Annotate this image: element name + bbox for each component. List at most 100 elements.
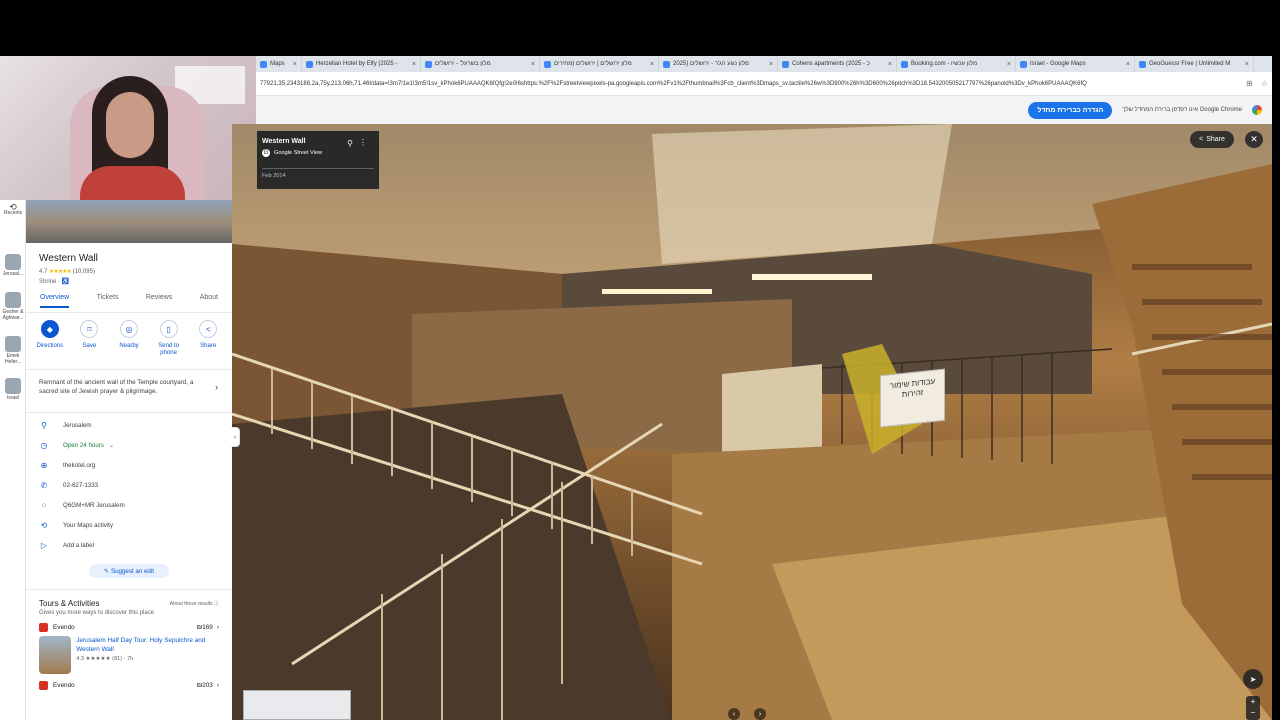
- tab-tickets[interactable]: Tickets: [97, 294, 119, 312]
- set-default-button[interactable]: הגדרה כברירת מחדל: [1028, 101, 1113, 119]
- place-thumbnail: [5, 292, 21, 308]
- tour-name[interactable]: Jerusalem Half Day Tour: Holy Sepulchre …: [76, 636, 219, 654]
- tours-title: Tours & Activities: [39, 599, 100, 608]
- google-street-view-logo-icon: G: [262, 149, 270, 157]
- rail-item-recents[interactable]: ⟲ Recents: [2, 203, 24, 217]
- next-arrow-icon[interactable]: ›: [754, 708, 766, 720]
- tab-about[interactable]: About: [200, 294, 218, 312]
- street-view-panorama[interactable]: עבודות שימור זהירות: [232, 124, 1272, 720]
- place-thumbnail: [5, 336, 21, 352]
- close-tab-icon[interactable]: ×: [531, 61, 535, 68]
- capture-date[interactable]: Feb 2014: [262, 168, 374, 179]
- about-results-link[interactable]: About these results ⓘ: [170, 600, 219, 607]
- website-row[interactable]: ⊕ thekotel.org: [26, 455, 232, 475]
- rail-item-israel[interactable]: Israel: [2, 378, 24, 401]
- place-rating[interactable]: 4.7 ★★★★★ (10,095): [26, 264, 232, 275]
- share-icon: <: [199, 320, 218, 338]
- place-thumbnail: [5, 378, 21, 394]
- conservation-sign: עבודות שימור זהירות: [880, 368, 945, 428]
- browser-tab[interactable]: מלון נוגע הג'ר - ירושלים (2025 ×: [659, 56, 778, 72]
- tour-card[interactable]: Evendo ₪169 › Jerusalem Half Day Tour: Hol…: [39, 623, 219, 674]
- place-description[interactable]: Remnant of the ancient wall of the Templ…: [26, 369, 232, 413]
- chrome-logo-icon: [1252, 105, 1262, 115]
- label-icon: ▷: [40, 540, 48, 550]
- place-title: Western Wall: [39, 253, 98, 264]
- chevron-left-icon: ‹: [233, 433, 237, 441]
- nearby-icon: ◎: [119, 320, 138, 338]
- bookmark-icon: ⌑: [80, 320, 99, 338]
- suggest-edit-button[interactable]: ✎ Suggest an edit: [89, 564, 169, 578]
- street-view-source: G Google Street View: [262, 149, 323, 157]
- browser-tab-strip: Maps × Herzelian Hotel by Elfy (2025 - × מ…: [256, 56, 1272, 72]
- bookmark-star-icon[interactable]: ☆: [1261, 79, 1268, 88]
- street-view-info-card: Western Wall ⚲ ⋮ G Google Street View Feb…: [257, 131, 379, 189]
- share-place-button[interactable]: < Share: [190, 320, 226, 357]
- browser-tab[interactable]: Israel - Google Maps ×: [1016, 56, 1135, 72]
- compass-icon[interactable]: ➤: [1243, 669, 1263, 689]
- black-letterbox: [0, 0, 1280, 56]
- maps-favicon-icon: [260, 60, 267, 68]
- booking-favicon-icon: [306, 60, 313, 68]
- maps-activity-row[interactable]: ⟲ Your Maps activity: [26, 515, 232, 535]
- minimap[interactable]: [243, 690, 351, 720]
- maps-left-rail: ⟲ Recents Jerusal... Gesher & Aghwar... E…: [0, 200, 26, 720]
- evendo-logo-icon: [39, 681, 48, 690]
- booking-favicon-icon: [663, 60, 670, 68]
- tours-section: Tours & Activities About these results ⓘ…: [26, 589, 232, 690]
- close-street-view-button[interactable]: ✕: [1245, 131, 1263, 148]
- booking-favicon-icon: [901, 60, 908, 68]
- browser-tab[interactable]: Cohens apartments (2025 - כ ×: [778, 56, 897, 72]
- webcam-person-body: [80, 166, 185, 200]
- phone-row[interactable]: ✆ 02-627-1333: [26, 475, 232, 495]
- browser-tab[interactable]: Maps ×: [256, 56, 302, 72]
- rail-item-jerusalem[interactable]: Jerusal...: [2, 254, 24, 277]
- save-button[interactable]: ⌑ Save: [71, 320, 107, 357]
- address-row[interactable]: ⚲ Jerusalem: [26, 415, 232, 435]
- hours-row[interactable]: ◷ Open 24 hours ⌄: [26, 435, 232, 455]
- share-button[interactable]: < Share: [1190, 131, 1234, 148]
- close-tab-icon[interactable]: ×: [888, 61, 892, 68]
- tour-vendor: Evendo: [53, 682, 75, 689]
- plus-code-row[interactable]: ⁘ Q6GM+MR Jerusalem: [26, 495, 232, 515]
- tour-card[interactable]: Evendo ₪203 ›: [39, 681, 219, 690]
- place-thumbnail: [5, 254, 21, 270]
- tour-price: ₪169: [196, 624, 213, 631]
- address-bar[interactable]: 77921,35.2343188,2a,75y,213.06h,71.46t/d…: [256, 72, 1272, 96]
- chevron-down-icon: ⌄: [108, 441, 115, 449]
- close-tab-icon[interactable]: ×: [1007, 61, 1011, 68]
- place-hero-photo[interactable]: [26, 200, 232, 243]
- close-tab-icon[interactable]: ×: [769, 61, 773, 68]
- directions-button[interactable]: ◆ Directions: [32, 320, 68, 357]
- zoom-out-icon[interactable]: −: [1246, 707, 1260, 718]
- browser-tab[interactable]: מלון ירושלים | ירושלים (מחירים ×: [540, 56, 659, 72]
- zoom-in-icon[interactable]: +: [1246, 696, 1260, 707]
- rail-item-gesher[interactable]: Gesher & Aghwar...: [2, 292, 24, 321]
- more-options-icon[interactable]: ⋮: [359, 138, 367, 147]
- infobar-message: אינו דפדפן ברירת המחדל שלך Google Chrome: [1122, 107, 1242, 113]
- browser-tab[interactable]: Herzelian Hotel by Elfy (2025 - ×: [302, 56, 421, 72]
- tab-overview[interactable]: Overview: [40, 294, 70, 308]
- install-app-icon[interactable]: ⊞: [1246, 79, 1253, 88]
- close-tab-icon[interactable]: ×: [1245, 61, 1249, 68]
- previous-arrow-icon[interactable]: ‹: [728, 708, 740, 720]
- rating-stars-icon: ★★★★★: [49, 269, 72, 275]
- close-tab-icon[interactable]: ×: [1126, 61, 1130, 68]
- nearby-button[interactable]: ◎ Nearby: [111, 320, 147, 357]
- place-actions: ◆ Directions ⌑ Save ◎ Nearby ▯ Send to phone…: [26, 313, 232, 357]
- rail-item-emek[interactable]: Emek Hefer...: [2, 336, 24, 365]
- send-to-phone-button[interactable]: ▯ Send to phone: [151, 320, 187, 357]
- close-tab-icon[interactable]: ×: [650, 61, 654, 68]
- browser-tab[interactable]: GeoGuessr Free | Unlimited M ×: [1135, 56, 1254, 72]
- directions-icon: ◆: [40, 320, 59, 338]
- collapse-panel-button[interactable]: ‹: [231, 427, 240, 447]
- location-pin-icon[interactable]: ⚲: [347, 139, 353, 148]
- tab-reviews[interactable]: Reviews: [146, 294, 172, 312]
- browser-tab[interactable]: Booking.com - מלון עכשיו ×: [897, 56, 1016, 72]
- close-tab-icon[interactable]: ×: [293, 61, 297, 68]
- close-tab-icon[interactable]: ×: [412, 61, 416, 68]
- browser-tab[interactable]: מלון בשרעל' - ירושלים ×: [421, 56, 540, 72]
- url-text: 77921,35.2343188,2a,75y,213.06h,71.46t/d…: [260, 80, 1087, 87]
- street-view-title: Western Wall: [262, 138, 306, 145]
- navigation-arrows: ‹ ›: [728, 708, 766, 720]
- add-label-row[interactable]: ▷ Add a label: [26, 535, 232, 555]
